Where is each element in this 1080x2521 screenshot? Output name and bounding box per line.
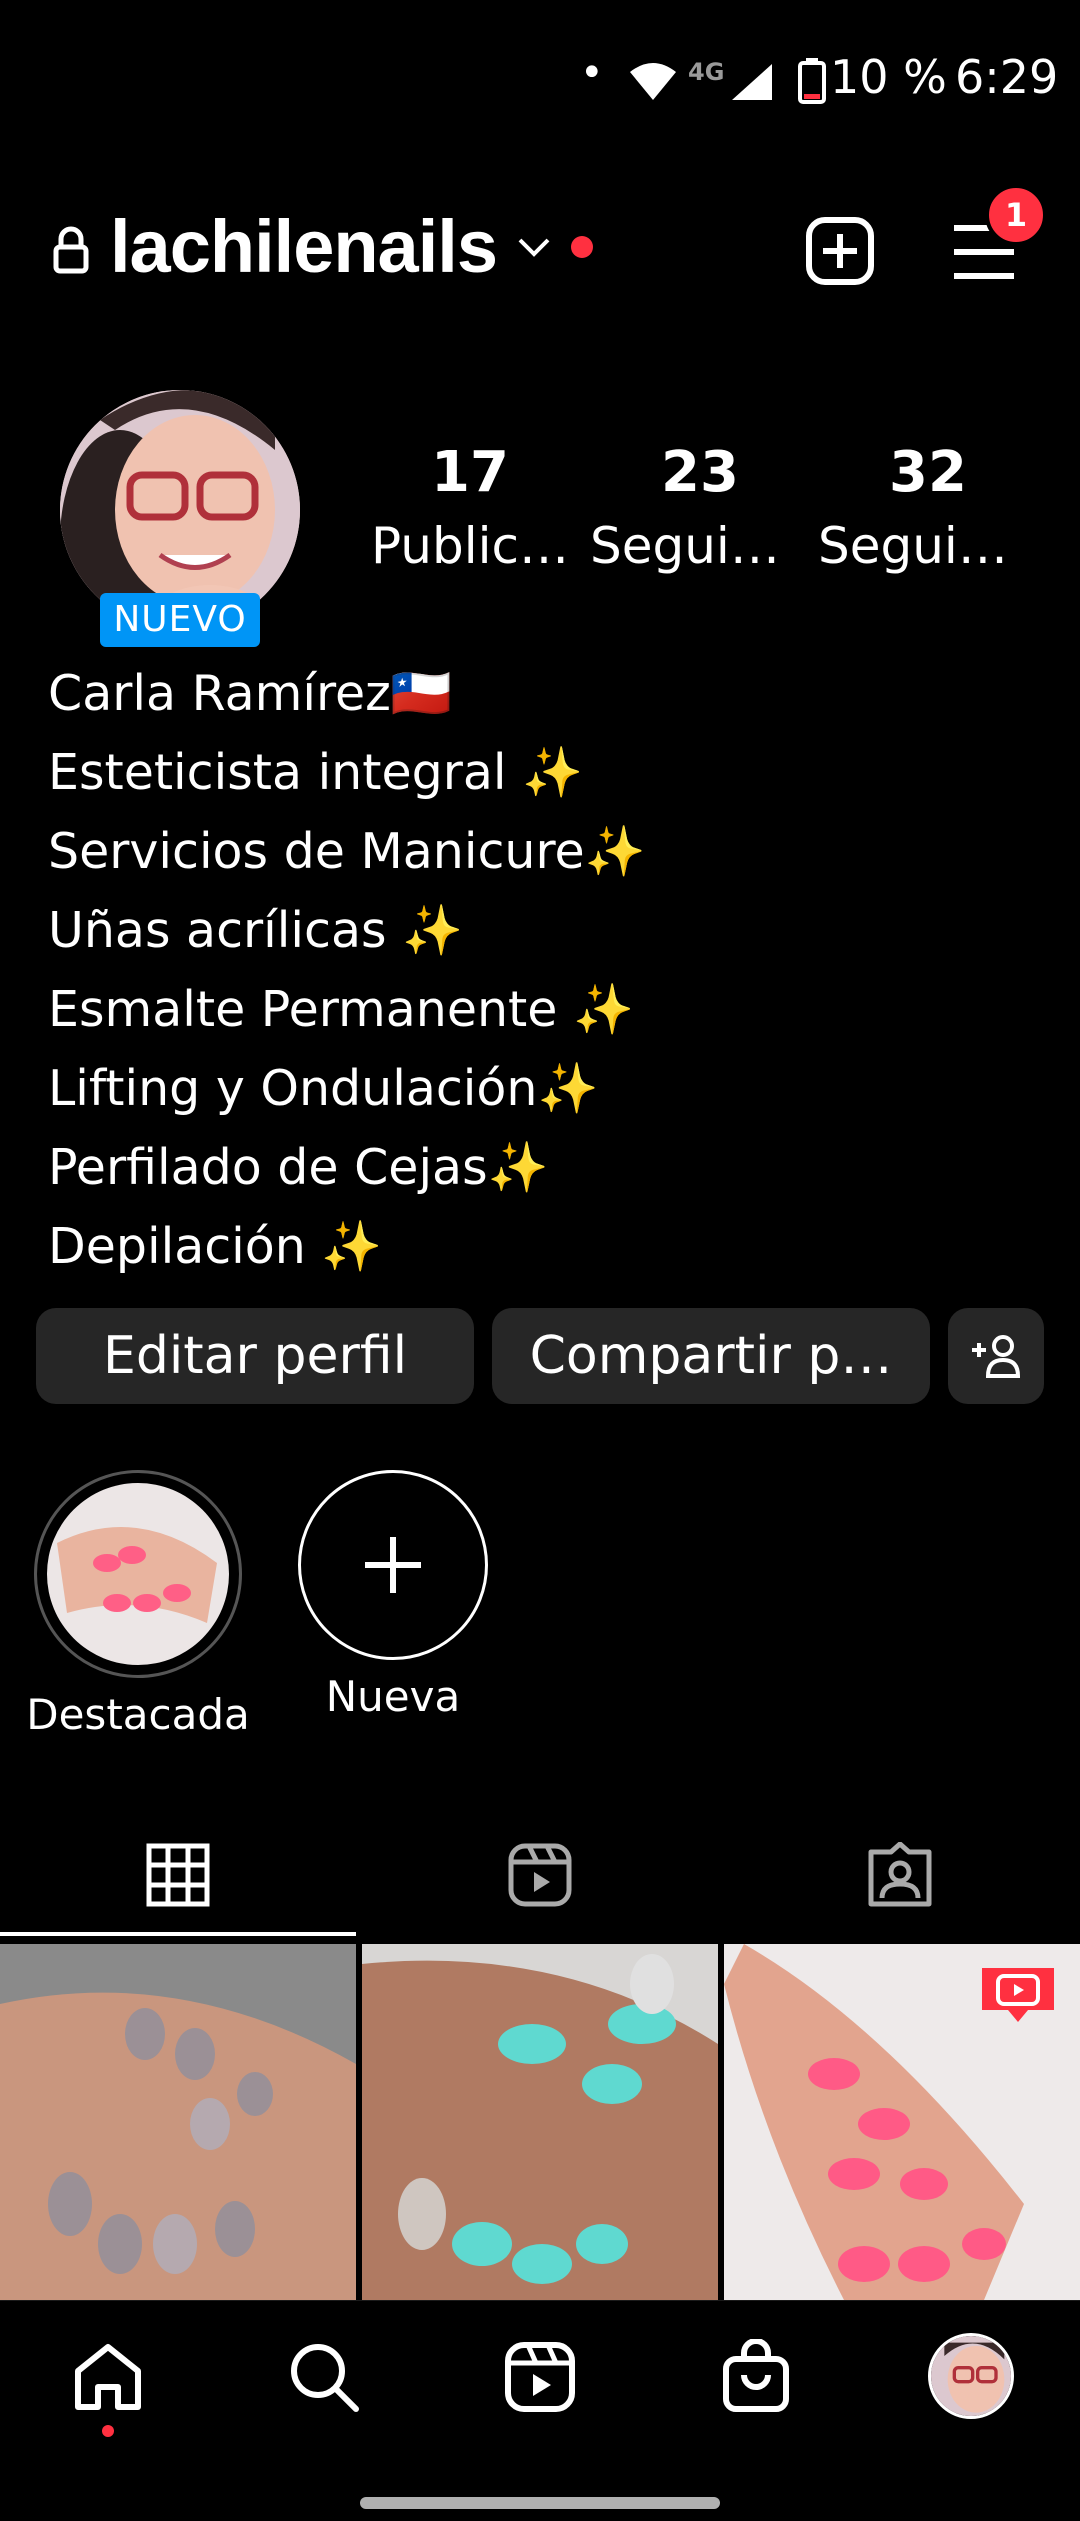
tagged-icon — [868, 1842, 932, 1907]
reels-icon — [508, 1843, 572, 1907]
bottom-navigation — [0, 2300, 1080, 2521]
battery-icon — [798, 58, 826, 104]
tab-grid[interactable] — [0, 1820, 356, 1930]
lock-icon — [53, 226, 89, 274]
nails-image — [0, 1944, 356, 2300]
network-type: 4G — [688, 58, 725, 86]
bio-line: Lifting y Ondulación✨ — [48, 1060, 599, 1117]
username: lachilenails — [110, 205, 498, 288]
posts-stat[interactable]: 17 Public… — [360, 440, 580, 575]
new-post-icon[interactable] — [805, 216, 875, 286]
display-name: Carla Ramírez🇨🇱 — [48, 665, 452, 722]
notification-dot: • — [580, 50, 604, 96]
highlight-destacada[interactable] — [34, 1470, 242, 1678]
add-person-icon — [972, 1335, 1021, 1378]
followers-stat[interactable]: 23 Seguid… — [590, 440, 810, 575]
account-switcher[interactable]: lachilenails — [110, 204, 593, 289]
following-count: 32 — [889, 440, 967, 505]
tab-reels[interactable] — [360, 1820, 720, 1930]
followers-label: Seguid… — [590, 517, 810, 575]
bio-line: Esteticista integral ✨ — [48, 744, 584, 801]
highlight-label: Nueva — [325, 1672, 461, 1721]
active-tab-indicator — [0, 1932, 356, 1936]
search-icon[interactable] — [288, 2341, 360, 2413]
unread-dot — [570, 235, 593, 258]
following-label: Seguidos — [818, 517, 1038, 575]
home-indicator — [360, 2497, 720, 2509]
clock: 6:29 — [955, 50, 1059, 104]
status-bar: • 4G 10 % 6:29 — [0, 0, 1080, 160]
post-thumbnail[interactable] — [724, 1944, 1080, 2300]
post-thumbnail[interactable] — [362, 1944, 718, 2300]
share-profile-button[interactable]: Compartir p… — [492, 1308, 930, 1404]
new-highlight-button[interactable] — [298, 1470, 488, 1660]
wifi-icon — [630, 63, 676, 100]
shop-icon[interactable] — [720, 2339, 792, 2413]
reels-icon[interactable] — [504, 2341, 576, 2413]
following-stat[interactable]: 32 Seguidos — [818, 440, 1038, 575]
home-icon[interactable] — [72, 2341, 144, 2413]
post-thumbnail[interactable] — [0, 1944, 356, 2300]
profile-tab-avatar[interactable] — [928, 2333, 1014, 2419]
profile-header: lachilenails 1 — [0, 184, 1080, 310]
bio-line: Uñas acrílicas ✨ — [48, 902, 464, 959]
discover-people-button[interactable] — [948, 1308, 1044, 1404]
bio-line: Perfilado de Cejas✨ — [48, 1139, 549, 1196]
tab-tagged[interactable] — [720, 1820, 1080, 1930]
reel-indicator-icon — [982, 1968, 1054, 2022]
bio-line: Servicios de Manicure✨ — [48, 823, 646, 880]
home-notification-dot — [102, 2425, 114, 2437]
bio-line: Esmalte Permanente ✨ — [48, 981, 634, 1038]
nails-image — [47, 1483, 229, 1665]
new-badge: NUEVO — [100, 593, 260, 647]
edit-profile-button[interactable]: Editar perfil — [36, 1308, 474, 1404]
followers-count: 23 — [661, 440, 739, 505]
posts-label: Public… — [371, 517, 569, 575]
avatar-image — [931, 2336, 1011, 2416]
chevron-down-icon — [518, 238, 550, 257]
bio: Carla Ramírez🇨🇱 Esteticista integral ✨ S… — [48, 654, 1048, 1286]
highlight-label: Destacada — [26, 1690, 250, 1739]
plus-icon — [365, 1537, 421, 1593]
battery-level: 10 % — [830, 50, 947, 104]
nails-image — [362, 1944, 718, 2300]
highlight-cover — [47, 1483, 229, 1665]
posts-count: 17 — [431, 440, 509, 505]
notification-badge: 1 — [985, 184, 1047, 246]
grid-icon — [146, 1843, 210, 1907]
signal-icon — [732, 64, 772, 100]
bio-line: Depilación ✨ — [48, 1218, 383, 1275]
